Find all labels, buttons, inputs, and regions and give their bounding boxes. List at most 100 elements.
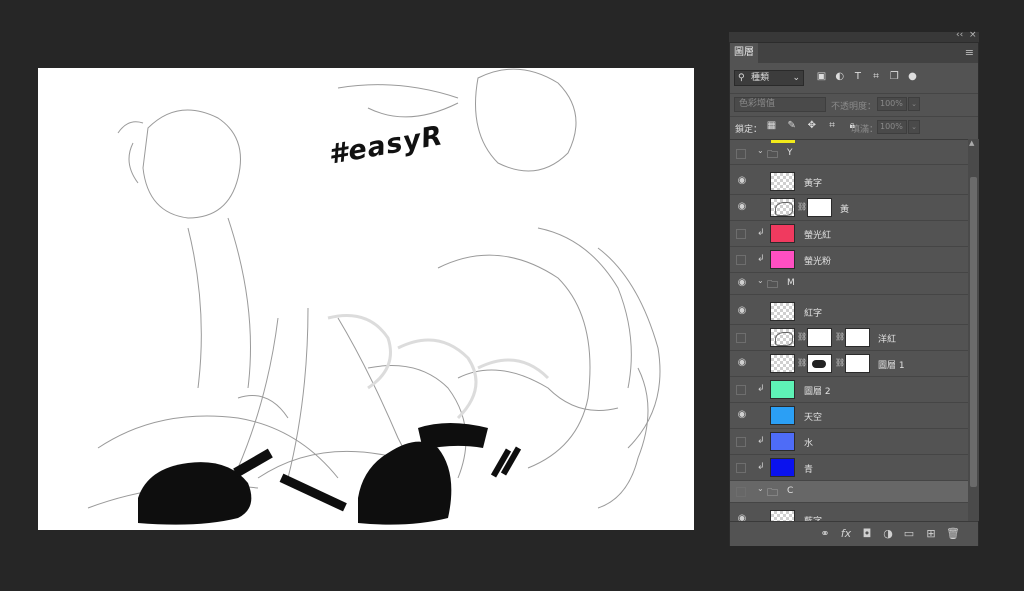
eye-icon[interactable]: ◉: [734, 201, 750, 212]
layer-thumbnail: [770, 380, 795, 399]
layer-row[interactable]: ↲ 螢光紅: [730, 221, 968, 247]
visibility-toggle[interactable]: [736, 487, 746, 497]
layer-thumbnail: [770, 172, 795, 191]
layer-mask-thumbnail[interactable]: [807, 198, 832, 217]
layer-group-row[interactable]: ◉ ⌄ 🗀︎ M: [730, 273, 968, 295]
filter-kind-select[interactable]: ⚲ 種類 ⌄: [734, 70, 804, 86]
vector-mask-thumbnail[interactable]: [845, 328, 870, 347]
fill-input[interactable]: 100%: [877, 120, 907, 134]
trash-icon[interactable]: 🗑︎: [945, 527, 961, 540]
add-mask-icon[interactable]: ◘: [859, 527, 875, 540]
document-canvas[interactable]: #easyR: [38, 68, 694, 530]
fill-dropdown-icon[interactable]: ⌄: [908, 120, 920, 134]
layer-name: 螢光紅: [804, 231, 832, 241]
visibility-toggle[interactable]: [736, 437, 746, 447]
collapse-panel-icon[interactable]: ‹‹: [956, 30, 963, 40]
layer-thumbnail: [770, 224, 795, 243]
new-group-icon[interactable]: ▭: [901, 527, 917, 540]
mask-link-icon[interactable]: ⛓: [797, 358, 807, 367]
scrollbar-thumb[interactable]: [970, 177, 977, 487]
lock-label: 鎖定：: [735, 125, 763, 135]
layer-row[interactable]: ◉ 藍字: [730, 507, 968, 522]
eye-icon[interactable]: ◉: [734, 409, 750, 420]
folder-icon: 🗀︎: [767, 148, 778, 161]
lock-brush-icon[interactable]: ✎: [783, 120, 800, 131]
chevron-down-icon[interactable]: ⌄: [757, 146, 764, 155]
blend-mode-select[interactable]: 色彩增值: [734, 97, 826, 112]
layer-row[interactable]: ↲ 螢光粉: [730, 247, 968, 273]
mask-link-icon[interactable]: ⛓: [797, 202, 807, 211]
link-layers-icon[interactable]: ⚭: [817, 527, 833, 540]
layer-mask-thumbnail[interactable]: [807, 354, 832, 373]
eye-icon[interactable]: ◉: [734, 357, 750, 368]
type-filter-icon[interactable]: T: [850, 71, 865, 82]
layer-thumbnail: [770, 354, 795, 373]
layer-thumbnail: [770, 250, 795, 269]
vector-mask-thumbnail[interactable]: [845, 354, 870, 373]
visibility-toggle[interactable]: [736, 255, 746, 265]
layer-name: C: [787, 486, 794, 496]
left-shoe: [138, 462, 252, 525]
panel-menu-icon[interactable]: ≡: [965, 46, 974, 59]
layer-row[interactable]: ⛓ ⛓ 洋紅: [730, 325, 968, 351]
layer-row[interactable]: ↲ 水: [730, 429, 968, 455]
fx-icon[interactable]: fx: [838, 527, 854, 540]
layer-group-row[interactable]: ⌄ 🗀︎ Y: [730, 143, 968, 165]
eye-icon[interactable]: ◉: [734, 277, 750, 288]
layer-row[interactable]: ◉ ⛓ 黃: [730, 195, 968, 221]
layer-thumbnail: [770, 458, 795, 477]
shape-filter-icon[interactable]: ⌗: [869, 71, 884, 82]
lock-position-icon[interactable]: ✥: [803, 120, 820, 131]
filter-toggle-icon[interactable]: ●: [905, 71, 920, 82]
close-panel-icon[interactable]: ×: [969, 30, 977, 40]
chevron-down-icon[interactable]: ⌄: [757, 276, 764, 285]
opacity-input[interactable]: 100%: [877, 97, 907, 111]
visibility-toggle[interactable]: [736, 229, 746, 239]
blend-row: 色彩增值 不透明度： 100% ⌄: [730, 93, 978, 114]
layer-row[interactable]: ↲ 圖層 2: [730, 377, 968, 403]
layer-list-scrollbar[interactable]: ▲: [968, 139, 979, 521]
mask-link-icon[interactable]: ⛓: [835, 332, 845, 341]
mask-link-icon[interactable]: ⛓: [835, 358, 845, 367]
adjustment-layer-icon[interactable]: ◑: [880, 527, 896, 540]
opacity-label: 不透明度：: [831, 102, 877, 112]
layer-row[interactable]: ◉ ⛓ ⛓ 圖層 1: [730, 351, 968, 377]
chevron-down-icon: ⌄: [792, 73, 800, 83]
chevron-down-icon[interactable]: ⌄: [757, 484, 764, 493]
opacity-dropdown-icon[interactable]: ⌄: [908, 97, 920, 111]
new-layer-icon[interactable]: ⊞: [923, 527, 939, 540]
layer-thumbnail: [770, 302, 795, 321]
layer-row[interactable]: ↲ 青: [730, 455, 968, 481]
pixel-filter-icon[interactable]: ▣: [814, 71, 829, 82]
lock-artboard-icon[interactable]: ⌗: [824, 120, 841, 131]
layer-list[interactable]: ⌄ 🗀︎ Y ◉ 黃字 ◉ ⛓ 黃 ↲ 螢光紅 ↲ 螢光粉 ◉ ⌄ 🗀︎ M ◉ 紅字 ⛓ ⛓ 洋紅 ◉ ⛓ ⛓ 圖層 1 ↲ 圖層…: [730, 139, 968, 522]
eye-icon[interactable]: ◉: [734, 175, 750, 186]
visibility-toggle[interactable]: [736, 463, 746, 473]
smart-object-filter-icon[interactable]: ❐: [887, 71, 902, 82]
layer-row[interactable]: ◉ 黃字: [730, 169, 968, 195]
clipping-mask-icon: ↲: [757, 436, 765, 446]
eye-icon[interactable]: ◉: [734, 305, 750, 316]
clipping-mask-icon: ↲: [757, 462, 765, 472]
visibility-toggle[interactable]: [736, 149, 746, 159]
layer-name: 紅字: [804, 309, 823, 319]
visibility-toggle[interactable]: [736, 385, 746, 395]
layer-group-row[interactable]: ⌄ 🗀︎ C: [730, 481, 968, 503]
layer-name: 天空: [804, 413, 823, 423]
fill-label: 填滿：: [851, 125, 879, 135]
adjustment-filter-icon[interactable]: ◐: [832, 71, 847, 82]
visibility-toggle[interactable]: [736, 333, 746, 343]
layer-name: 圖層 2: [804, 387, 831, 397]
layer-mask-thumbnail[interactable]: [807, 328, 832, 347]
mask-link-icon[interactable]: ⛓: [797, 332, 807, 341]
scroll-up-icon[interactable]: ▲: [969, 139, 974, 147]
tab-layers[interactable]: 圖層: [730, 43, 758, 63]
layer-row[interactable]: ◉ 天空: [730, 403, 968, 429]
layer-thumbnail: [770, 328, 795, 347]
layer-name: 黃: [840, 205, 850, 215]
layer-thumbnail: [770, 406, 795, 425]
layer-row[interactable]: ◉ 紅字: [730, 299, 968, 325]
layer-name: Y: [787, 148, 793, 158]
right-shoe: [358, 441, 452, 525]
lock-transparent-icon[interactable]: ▦: [763, 120, 780, 131]
